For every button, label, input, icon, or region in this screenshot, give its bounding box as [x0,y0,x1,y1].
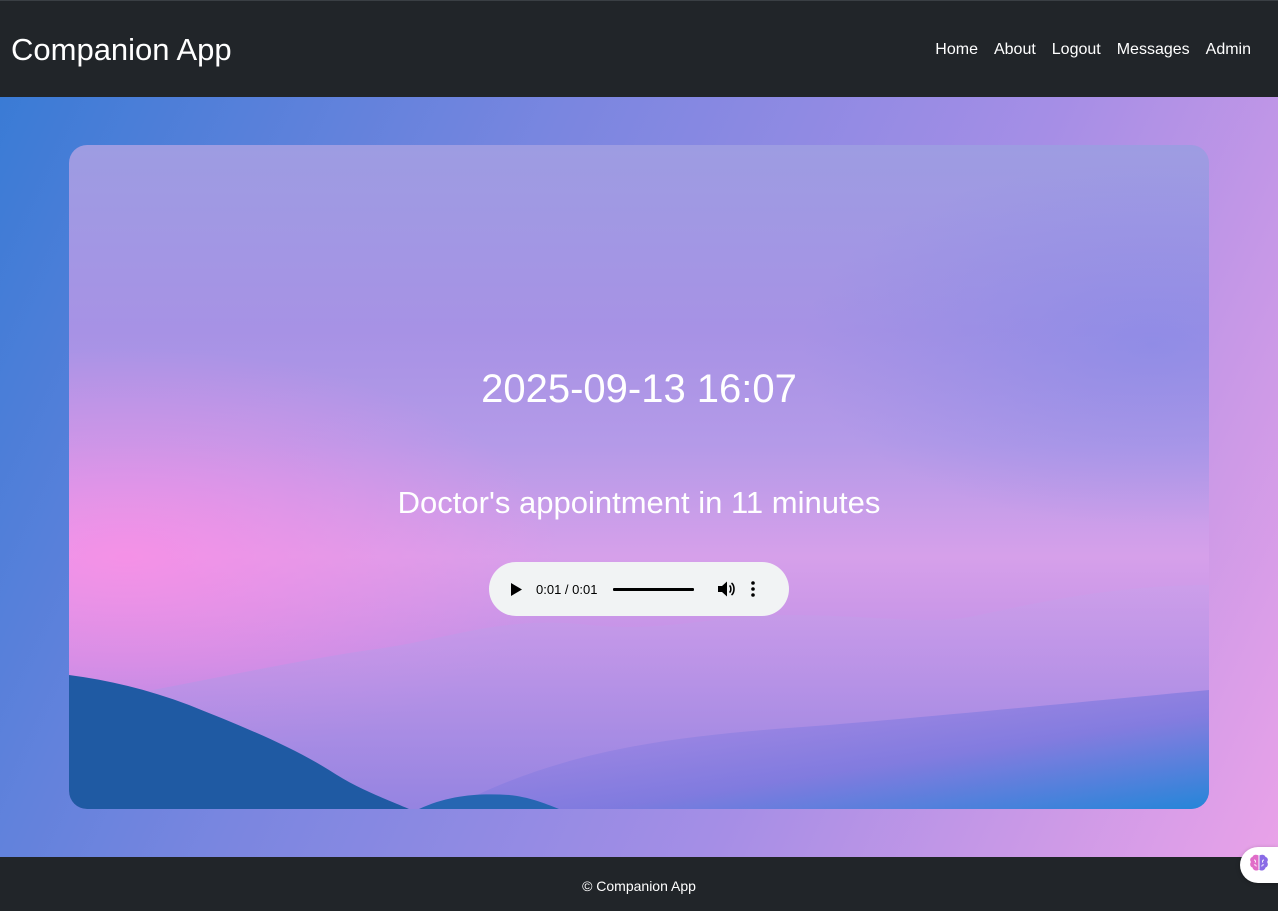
footer-text: © Companion App [582,878,696,894]
nav-logout-link[interactable]: Logout [1052,39,1101,61]
reminder-card: 2025-09-13 16:07 Doctor's appointment in… [69,145,1209,809]
more-options-icon[interactable] [750,580,756,598]
play-icon[interactable] [509,582,523,596]
mountain-scenery [69,585,1209,809]
audio-seek-bar[interactable] [613,587,695,591]
audio-player: 0:01 / 0:01 [489,562,789,616]
volume-icon[interactable] [718,580,736,598]
current-datetime: 2025-09-13 16:07 [481,367,797,411]
footer: © Companion App [0,857,1278,911]
navbar: Companion App Home About Logout Messages… [0,0,1278,97]
nav-home-link[interactable]: Home [935,39,978,61]
nav-links: Home About Logout Messages Admin [935,39,1251,61]
nav-messages-link[interactable]: Messages [1117,39,1190,61]
assistant-badge[interactable] [1240,847,1278,883]
audio-time: 0:01 / 0:01 [536,581,598,597]
reminder-text: Doctor's appointment in 11 minutes [397,485,881,520]
brain-icon [1249,854,1269,877]
main-background: 2025-09-13 16:07 Doctor's appointment in… [0,97,1278,857]
nav-admin-link[interactable]: Admin [1206,39,1251,61]
nav-about-link[interactable]: About [994,39,1036,61]
audio-seek-fill [613,587,695,591]
brand-link[interactable]: Companion App [11,31,232,69]
